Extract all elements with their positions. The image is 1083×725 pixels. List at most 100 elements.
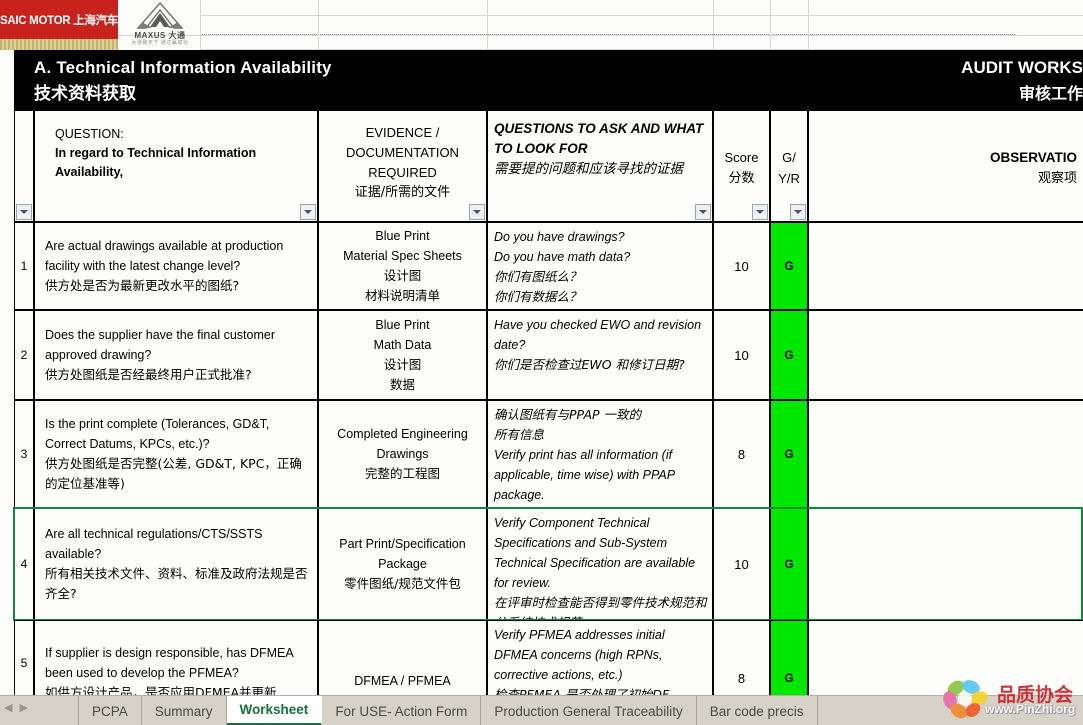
question-en: If supplier is design responsible, has D…: [45, 646, 294, 680]
gyr-status-cell[interactable]: G: [770, 620, 808, 705]
gyr-status-cell[interactable]: G: [770, 400, 808, 508]
observations-cell[interactable]: [808, 222, 1083, 310]
table-row-number: 3: [14, 400, 34, 508]
col-header-observations-cn: 观察项: [1037, 171, 1077, 186]
questions-to-ask-cell[interactable]: Verify Component Technical Specification…: [487, 508, 713, 620]
sheet-tab-bar-code-precis[interactable]: Bar code precis: [697, 696, 818, 725]
questions-to-ask-cell[interactable]: Have you checked EWO and revision date? …: [487, 310, 713, 400]
table-row[interactable]: Is the print complete (Tolerances, GD&T,…: [34, 400, 318, 508]
saic-logo-text: SAIC MOTOR 上海汽车: [0, 14, 118, 27]
col-header-question: QUESTION: In regard to Technical Informa…: [34, 110, 318, 222]
col-header-evidence: EVIDENCE / DOCUMENTATION REQUIRED 证据/所需的…: [318, 110, 487, 222]
filter-dropdown-evidence-icon[interactable]: [469, 204, 485, 220]
questions-to-ask-cell[interactable]: Verify PFMEA addresses initial DFMEA con…: [487, 620, 713, 705]
section-title-banner: A. Technical Information Availability 技术…: [14, 50, 1083, 110]
question-en: Are all technical regulations/CTS/SSTS a…: [45, 527, 263, 561]
evidence-en-0: Blue Print: [375, 229, 430, 243]
ask-en-0: Verify print has all information (if app…: [494, 448, 675, 502]
watermark: 品质协会 www.PinZhi.org: [939, 678, 1081, 724]
score-cell[interactable]: 10: [713, 310, 770, 400]
col-header-ask-en: QUESTIONS TO ASK AND WHAT TO LOOK FOR: [494, 121, 704, 156]
sheet-tab-summary[interactable]: Summary: [142, 696, 227, 725]
score-cell[interactable]: 8: [713, 620, 770, 705]
table-row[interactable]: Are all technical regulations/CTS/SSTS a…: [34, 508, 318, 620]
col-header-questions-to-ask: QUESTIONS TO ASK AND WHAT TO LOOK FOR 需要…: [487, 110, 713, 222]
evidence-en-1: Math Data: [373, 338, 432, 352]
question-en: Does the supplier have the final custome…: [45, 328, 275, 362]
spreadsheet-window: SAIC MOTOR 上海汽车 MAXUS 大通 大道致天下 通达赢成功 A. …: [0, 0, 1083, 725]
sheet-nav-next-icon[interactable]: ▶: [19, 701, 27, 714]
question-en: Are actual drawings available at product…: [45, 239, 284, 273]
gyr-status-cell[interactable]: G: [770, 310, 808, 400]
ask-en-0: Verify Component Technical Specification…: [494, 516, 696, 590]
sheet-tab-for-use-action-form[interactable]: For USE- Action Form: [322, 696, 482, 725]
ask-en-1: Do you have math data?: [494, 250, 631, 264]
score-cell[interactable]: 10: [713, 508, 770, 620]
evidence-en-0: Blue Print: [375, 318, 430, 332]
watermark-text-url: www.PinZhi.org: [985, 702, 1076, 716]
question-cn: 供方处图纸是否完整(公差, GD&T, KPC，正确的定位基准等): [45, 456, 302, 491]
logo-band: SAIC MOTOR 上海汽车 MAXUS 大通 大道致天下 通达赢成功: [0, 0, 1083, 50]
col-header-question-label: QUESTION:: [55, 127, 124, 141]
filter-dropdown-rownum-icon[interactable]: [16, 204, 32, 220]
table-row-number: 2: [14, 310, 34, 400]
ask-en-0: Do you have drawings?: [494, 230, 625, 244]
filter-dropdown-question-icon[interactable]: [300, 204, 316, 220]
evidence-cell[interactable]: Part Print/Specification Package 零件图纸/规范…: [318, 508, 487, 620]
evidence-en-0: DFMEA / PFMEA: [354, 674, 451, 688]
evidence-cn-0: 完整的工程图: [364, 466, 440, 481]
evidence-cell[interactable]: Blue Print Material Spec Sheets 设计图 材料说明…: [318, 222, 487, 310]
evidence-en-0: Part Print/Specification Package: [339, 537, 466, 571]
gyr-status-cell[interactable]: G: [770, 222, 808, 310]
table-row-number: 5: [14, 620, 34, 705]
evidence-cn-0: 设计图: [383, 357, 422, 372]
ask-cn-0: 你们有图纸么？: [494, 269, 582, 284]
observations-cell[interactable]: [808, 310, 1083, 400]
sheet-tab-worksheet[interactable]: Worksheet: [226, 696, 323, 725]
maxus-tagline: 大道致天下 通达赢成功: [131, 40, 189, 46]
table-row[interactable]: If supplier is design responsible, has D…: [34, 620, 318, 705]
col-header-score-cn: 分数: [728, 171, 755, 186]
ask-en-0: Verify PFMEA addresses initial DFMEA con…: [494, 628, 665, 682]
evidence-en-1: Material Spec Sheets: [343, 249, 462, 263]
evidence-cell[interactable]: Completed Engineering Drawings 完整的工程图: [318, 400, 487, 508]
observations-cell[interactable]: [808, 400, 1083, 508]
filter-dropdown-questions-to-ask-icon[interactable]: [695, 204, 711, 220]
section-title-cn: 技术资料获取: [34, 84, 136, 104]
col-header-gyr-line2: Y/R: [778, 171, 800, 186]
gyr-status-cell[interactable]: G: [770, 508, 808, 620]
table-row-number: 4: [14, 508, 34, 620]
sheet-tab-bar: ◀ ▶ PCPA Summary Worksheet For USE- Acti…: [0, 695, 1083, 725]
col-header-question-sublabel: In regard to Technical Information Avail…: [55, 146, 257, 179]
section-title-en: A. Technical Information Availability: [34, 58, 332, 77]
sheet-tab-pcpa[interactable]: PCPA: [78, 696, 142, 725]
question-cn: 供方处是否为最新更改水平的图纸?: [45, 278, 240, 293]
col-header-score-en: Score: [724, 150, 759, 165]
col-header-evidence-en: EVIDENCE / DOCUMENTATION REQUIRED: [346, 125, 459, 180]
observations-cell[interactable]: [808, 508, 1083, 620]
sheet-nav-prev-icon[interactable]: ◀: [4, 701, 12, 714]
table-row-number: 1: [14, 222, 34, 310]
col-header-evidence-cn: 证据/所需的文件: [354, 185, 451, 200]
table-row[interactable]: Does the supplier have the final custome…: [34, 310, 318, 400]
evidence-cn-0: 零件图纸/规范文件包: [344, 576, 461, 591]
evidence-cell[interactable]: Blue Print Math Data 设计图 数据: [318, 310, 487, 400]
maxus-logo: MAXUS 大通 大道致天下 通达赢成功: [122, 2, 198, 48]
evidence-cn-1: 材料说明清单: [364, 288, 440, 303]
score-cell[interactable]: 10: [713, 222, 770, 310]
questions-to-ask-cell[interactable]: Do you have drawings? Do you have math d…: [487, 222, 713, 310]
score-cell[interactable]: 8: [713, 400, 770, 508]
filter-dropdown-gyr-icon[interactable]: [790, 204, 806, 220]
questions-to-ask-cell[interactable]: 确认图纸有与PPAP 一致的 所有信息 Verify print has all…: [487, 400, 713, 508]
sheet-nav-arrows[interactable]: ◀ ▶: [4, 701, 28, 714]
sheet-tab-production-general-traceability[interactable]: Production General Traceability: [481, 696, 697, 725]
table-row[interactable]: Are actual drawings available at product…: [34, 222, 318, 310]
filter-dropdown-score-icon[interactable]: [752, 204, 768, 220]
col-header-observations: OBSERVATIO 观察项: [808, 110, 1083, 222]
ask-cn-1: 你们有数据么？: [494, 289, 582, 304]
evidence-cell[interactable]: DFMEA / PFMEA: [318, 620, 487, 705]
ask-cn-0: 在评审时检查能否得到零件技术规范和分系统技术规范: [494, 595, 707, 619]
evidence-cn-0: 设计图: [383, 268, 422, 283]
maxus-emblem-icon: [136, 2, 184, 29]
evidence-en-0: Completed Engineering Drawings: [337, 427, 468, 461]
